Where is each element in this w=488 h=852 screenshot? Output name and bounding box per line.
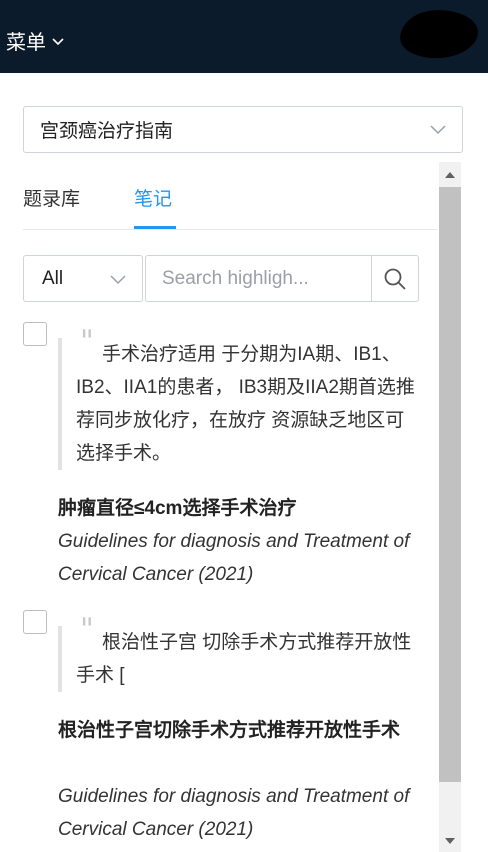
chevron-down-icon <box>52 37 64 45</box>
search-input[interactable] <box>146 256 372 301</box>
menu-button[interactable]: 菜单 <box>6 26 64 55</box>
book-select[interactable]: 宫颈癌治疗指南 <box>23 106 463 153</box>
scroll-thumb[interactable] <box>439 187 461 782</box>
quote-icon: " <box>80 324 94 359</box>
scrollbar[interactable] <box>439 162 461 852</box>
note-checkbox[interactable] <box>23 610 47 634</box>
active-tab-indicator <box>134 226 176 229</box>
chevron-down-icon <box>430 125 446 135</box>
note-quote: " 手术治疗适用 于分期为IA期、IB1、IB2、IIA1的患者， IB3期及I… <box>58 324 416 470</box>
scroll-down-button[interactable] <box>439 830 461 852</box>
scroll-up-button[interactable] <box>439 164 461 186</box>
note-quote: " 根治性子宫 切除手术方式推荐开放性手术 [ <box>58 612 416 692</box>
triangle-down-icon <box>445 838 455 844</box>
filter-value: All <box>42 267 64 289</box>
note-source: Guidelines for diagnosis and Treatment o… <box>58 786 410 840</box>
note-source: Guidelines for diagnosis and Treatment o… <box>58 531 410 585</box>
chevron-down-icon <box>110 275 126 285</box>
tab-library[interactable]: 题录库 <box>23 184 80 211</box>
triangle-up-icon <box>445 172 455 178</box>
note-checkbox[interactable] <box>23 322 47 346</box>
avatar[interactable] <box>398 7 480 61</box>
note-quote-text: 手术治疗适用 于分期为IA期、IB1、IB2、IIA1的患者， IB3期及IIA… <box>76 344 415 464</box>
menu-label: 菜单 <box>6 32 46 54</box>
tab-bar: 题录库 笔记 <box>23 170 437 230</box>
note-item: " 手术治疗适用 于分期为IA期、IB1、IB2、IIA1的患者， IB3期及I… <box>23 322 433 592</box>
top-bar: 菜单 <box>0 0 488 73</box>
book-select-value: 宫颈癌治疗指南 <box>40 121 174 142</box>
search-icon <box>384 268 406 290</box>
note-title: 根治性子宫切除手术方式推荐开放性手术 <box>58 720 401 741</box>
note-quote-text: 根治性子宫 切除手术方式推荐开放性手术 [ <box>76 632 412 686</box>
search-button[interactable] <box>371 255 419 302</box>
search-field <box>145 255 372 302</box>
quote-icon: " <box>80 612 94 647</box>
tab-notes[interactable]: 笔记 <box>134 184 172 211</box>
note-item: " 根治性子宫 切除手术方式推荐开放性手术 [ 根治性子宫切除手术方式推荐开放性… <box>23 610 433 852</box>
note-title: 肿瘤直径≤4cm选择手术治疗 <box>58 498 297 519</box>
filter-select[interactable]: All <box>23 255 143 302</box>
